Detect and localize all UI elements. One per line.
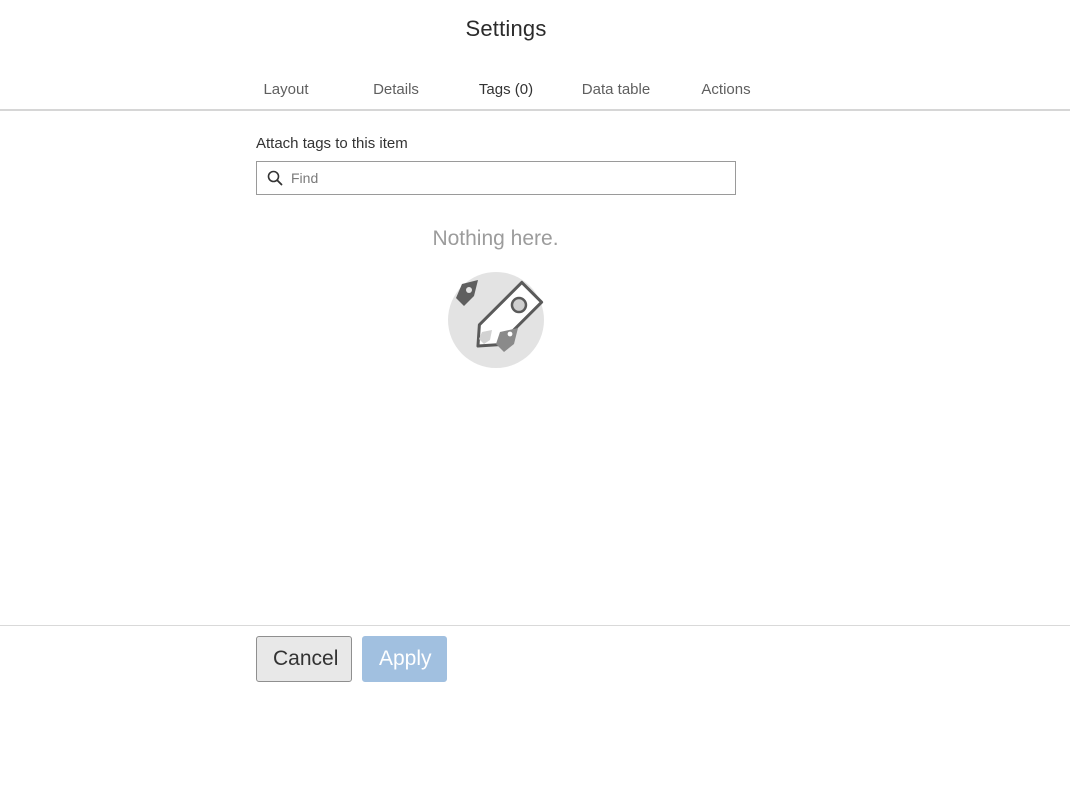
dialog-title: Settings [465, 16, 547, 41]
settings-dialog: Settings Layout Details Tags (0) Data ta… [0, 0, 1070, 792]
tag-search-input[interactable] [291, 170, 711, 186]
tab-data-table[interactable]: Data table [561, 70, 671, 111]
tags-field-label: Attach tags to this item [256, 135, 408, 152]
tab-details[interactable]: Details [341, 70, 451, 111]
empty-state-illustration [256, 270, 736, 379]
empty-state-message: Nothing here. [432, 227, 559, 250]
tags-panel: Attach tags to this item Nothing here. [256, 111, 736, 379]
dialog-footer: Cancel Apply [256, 636, 447, 682]
empty-state: Nothing here. [256, 227, 736, 379]
tab-actions[interactable]: Actions [671, 70, 781, 111]
tab-tags[interactable]: Tags (0) [451, 70, 561, 111]
footer-divider [0, 625, 1070, 626]
tab-layout[interactable]: Layout [231, 70, 341, 111]
apply-button[interactable]: Apply [362, 636, 447, 682]
cancel-button[interactable]: Cancel [256, 636, 352, 682]
tab-bar: Layout Details Tags (0) Data table Actio… [231, 70, 781, 111]
tag-search-box[interactable] [256, 161, 736, 195]
search-icon [266, 169, 284, 187]
tags-icon [444, 270, 548, 379]
